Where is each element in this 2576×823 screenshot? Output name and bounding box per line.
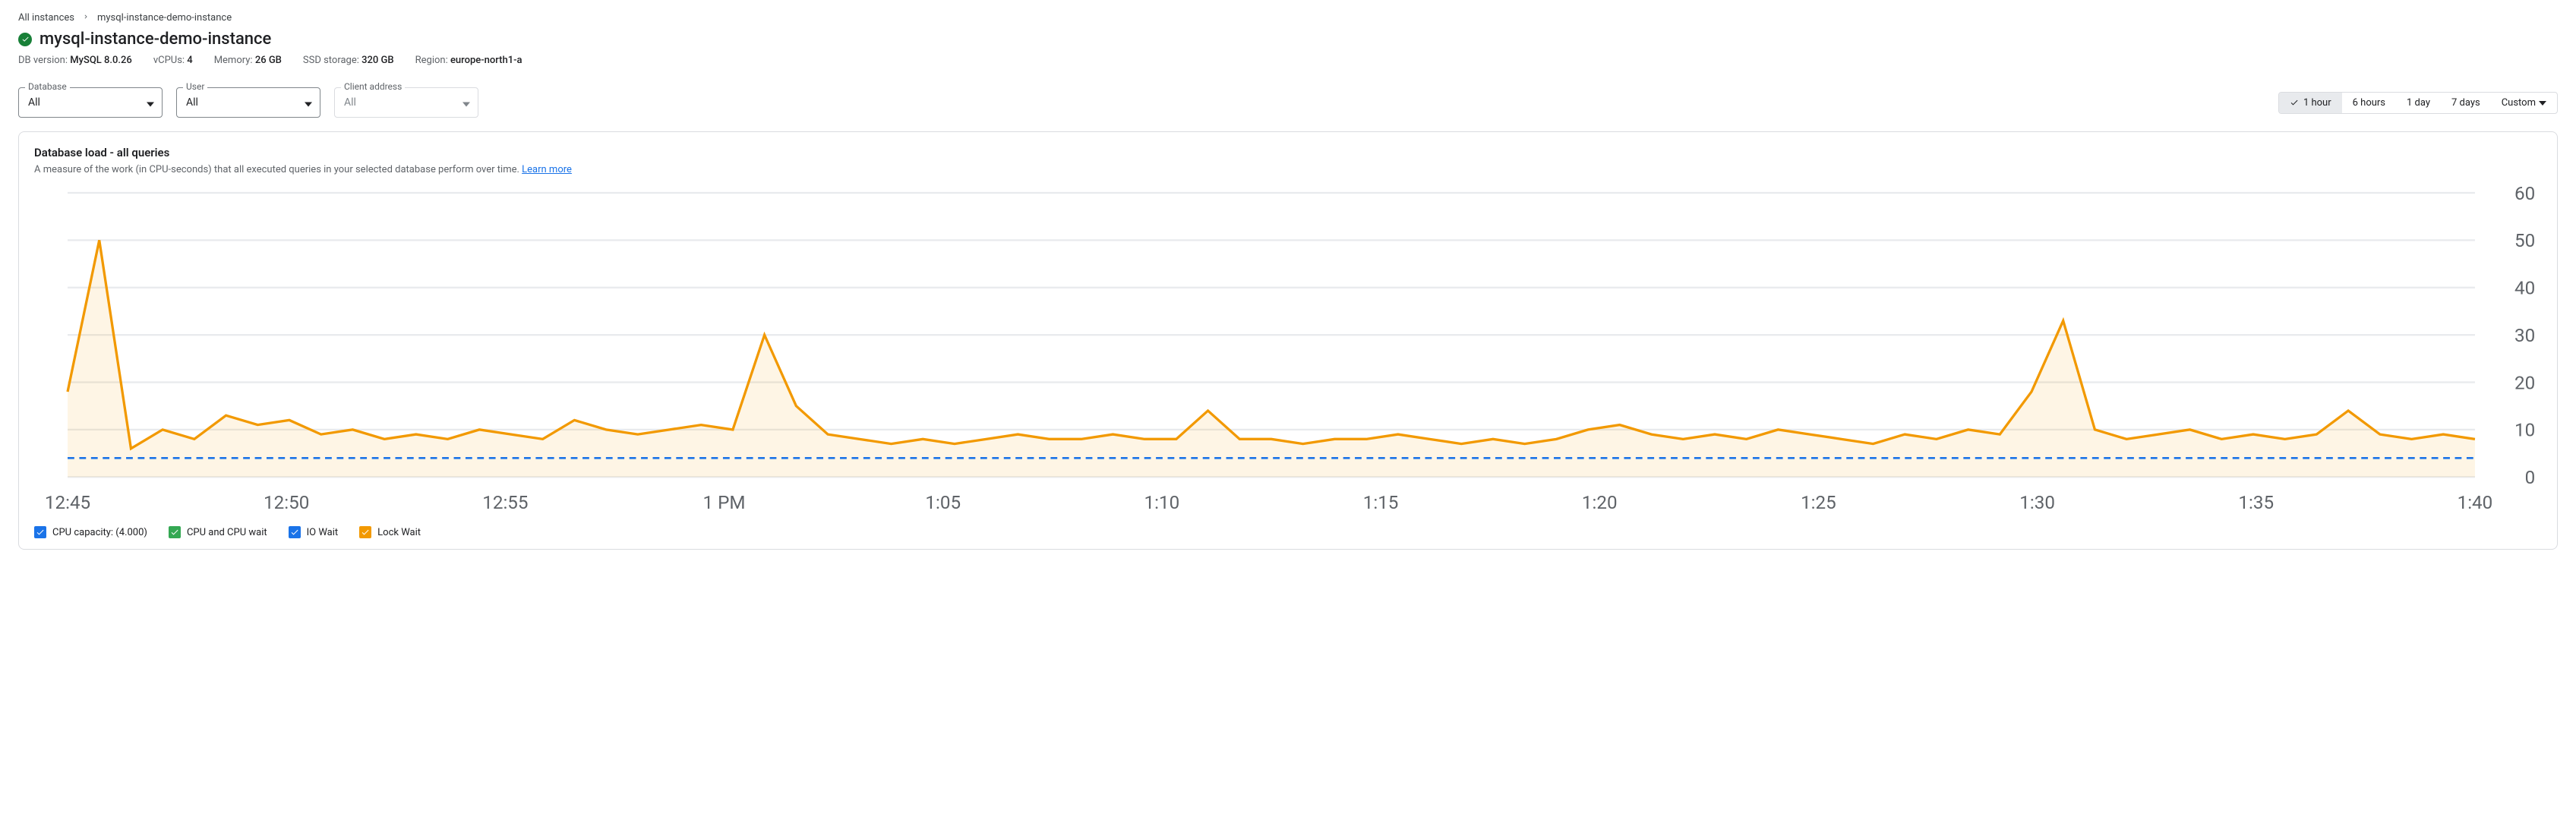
legend-io-wait[interactable]: IO Wait xyxy=(289,526,339,538)
time-range-option[interactable]: 6 hours xyxy=(2342,93,2396,113)
caret-down-icon xyxy=(147,96,154,110)
svg-text:12:45: 12:45 xyxy=(45,492,90,513)
database-select[interactable]: Database All xyxy=(18,87,163,118)
user-select[interactable]: User All xyxy=(176,87,320,118)
breadcrumb-root-link[interactable]: All instances xyxy=(18,12,74,24)
svg-text:30: 30 xyxy=(2514,325,2535,346)
svg-text:50: 50 xyxy=(2514,230,2535,251)
check-icon xyxy=(2290,98,2299,107)
learn-more-link[interactable]: Learn more xyxy=(522,164,572,175)
svg-text:1:30: 1:30 xyxy=(2019,492,2055,513)
svg-text:40: 40 xyxy=(2514,278,2535,299)
svg-text:1 PM: 1 PM xyxy=(703,492,746,513)
time-range-option[interactable]: Custom xyxy=(2491,93,2557,113)
checkbox-icon xyxy=(289,526,301,538)
svg-text:0: 0 xyxy=(2525,467,2536,488)
time-range-option[interactable]: 7 days xyxy=(2441,93,2491,113)
svg-text:1:05: 1:05 xyxy=(925,492,961,513)
time-range-option[interactable]: 1 hour xyxy=(2279,93,2342,113)
svg-text:1:15: 1:15 xyxy=(1363,492,1399,513)
checkbox-icon xyxy=(359,526,371,538)
legend-cpu-wait[interactable]: CPU and CPU wait xyxy=(169,526,267,538)
checkbox-icon xyxy=(169,526,181,538)
svg-text:60: 60 xyxy=(2514,184,2535,204)
svg-text:1:40: 1:40 xyxy=(2458,492,2493,513)
breadcrumb: All instances mysql-instance-demo-instan… xyxy=(18,12,2558,24)
chart-legend: CPU capacity: (4.000) CPU and CPU wait I… xyxy=(34,526,2542,538)
svg-text:12:55: 12:55 xyxy=(482,492,528,513)
svg-text:1:35: 1:35 xyxy=(2238,492,2274,513)
svg-text:10: 10 xyxy=(2514,420,2535,441)
breadcrumb-current: mysql-instance-demo-instance xyxy=(97,12,232,24)
status-ok-icon xyxy=(18,33,32,46)
card-subtitle: A measure of the work (in CPU-seconds) t… xyxy=(34,164,2542,175)
svg-text:1:10: 1:10 xyxy=(1144,492,1180,513)
page-title: mysql-instance-demo-instance xyxy=(39,30,271,49)
caret-down-icon xyxy=(2539,97,2546,109)
card-title: Database load - all queries xyxy=(34,146,2542,159)
svg-text:1:20: 1:20 xyxy=(1582,492,1618,513)
checkbox-icon xyxy=(34,526,46,538)
time-range-selector: 1 hour6 hours1 day7 daysCustom xyxy=(2278,92,2558,114)
database-load-card: Database load - all queries A measure of… xyxy=(18,131,2558,550)
caret-down-icon xyxy=(305,96,312,110)
legend-cpu-capacity[interactable]: CPU capacity: (4.000) xyxy=(34,526,147,538)
caret-down-icon xyxy=(462,96,470,110)
chevron-right-icon xyxy=(82,12,90,24)
database-load-chart: 0 10 20 30 40 50 60 12:45 12:50 12:55 1 PM 1:05 1:10… xyxy=(34,184,2542,519)
client-address-select[interactable]: Client address All xyxy=(334,87,478,118)
svg-text:1:25: 1:25 xyxy=(1801,492,1836,513)
time-range-option[interactable]: 1 day xyxy=(2396,93,2441,113)
legend-lock-wait[interactable]: Lock Wait xyxy=(359,526,421,538)
svg-text:12:50: 12:50 xyxy=(264,492,309,513)
svg-text:20: 20 xyxy=(2514,372,2535,393)
instance-meta: DB version: MySQL 8.0.26 vCPUs: 4 Memory… xyxy=(18,55,2558,66)
